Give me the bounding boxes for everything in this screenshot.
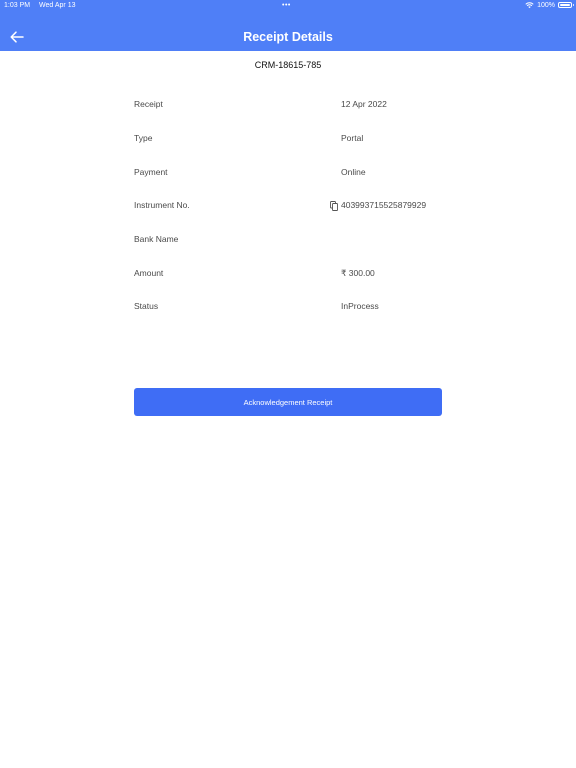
detail-label: Instrument No. <box>134 200 190 210</box>
status-date: Wed Apr 13 <box>39 2 76 9</box>
battery-percent: 100% <box>537 1 555 9</box>
detail-label: Status <box>134 301 159 311</box>
detail-label: Amount <box>134 268 164 278</box>
detail-row-receipt: Receipt 12 Apr 2022 <box>0 99 576 113</box>
detail-value: Online <box>341 167 366 177</box>
detail-value: InProcess <box>341 301 379 311</box>
detail-value: ₹ 300.00 <box>341 268 375 278</box>
detail-row-bank-name: Bank Name <box>0 234 576 248</box>
detail-label: Receipt <box>134 99 163 109</box>
detail-label: Type <box>134 133 153 143</box>
detail-label: Bank Name <box>134 234 179 244</box>
receipt-reference: CRM-18615-785 <box>254 60 322 70</box>
detail-row-instrument: Instrument No. 403993715525879929 <box>0 200 576 214</box>
status-right: 100% <box>525 1 574 9</box>
wifi-icon <box>525 2 534 9</box>
status-left: 1:03 PM Wed Apr 13 <box>4 2 82 9</box>
detail-row-type: Type Portal <box>0 133 576 147</box>
detail-label: Payment <box>134 167 168 177</box>
detail-row-payment: Payment Online <box>0 167 576 181</box>
battery-icon <box>558 2 574 8</box>
multitasking-dots[interactable]: ••• <box>282 2 291 9</box>
status-time: 1:03 PM <box>4 2 31 9</box>
copy-icon[interactable] <box>330 201 338 211</box>
receipt-details-screen: 1:03 PM Wed Apr 13 ••• 100% Receipt Deta… <box>0 0 576 768</box>
header-bar: 1:03 PM Wed Apr 13 ••• 100% Receipt Deta… <box>0 0 576 51</box>
detail-value: 12 Apr 2022 <box>341 99 387 109</box>
detail-row-amount: Amount ₹ 300.00 <box>0 268 576 282</box>
acknowledgement-receipt-button[interactable]: Acknowledgement Receipt <box>134 388 442 416</box>
detail-value: 403993715525879929 <box>341 200 427 210</box>
page-title: Receipt Details <box>243 30 333 44</box>
detail-value: Portal <box>341 133 364 143</box>
status-bar: 1:03 PM Wed Apr 13 ••• 100% <box>0 0 576 12</box>
detail-row-status: Status InProcess <box>0 301 576 315</box>
